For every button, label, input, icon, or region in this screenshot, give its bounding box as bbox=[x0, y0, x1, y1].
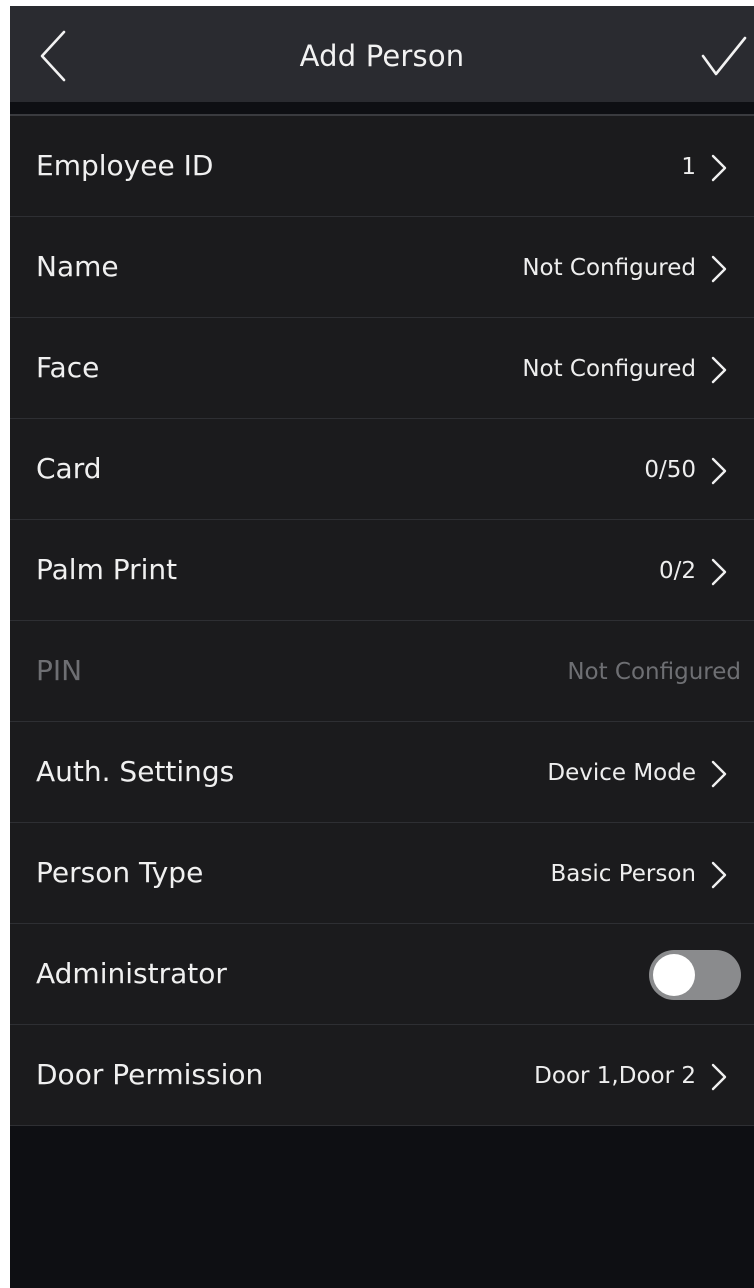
row-value: 0/2 bbox=[658, 558, 696, 584]
header-bar: Add Person bbox=[10, 6, 754, 102]
row-value: Not Configured bbox=[522, 255, 696, 281]
row-value: 0/50 bbox=[644, 457, 696, 483]
row-label: Card bbox=[36, 452, 102, 485]
administrator-toggle[interactable] bbox=[649, 950, 741, 1000]
confirm-button[interactable] bbox=[700, 34, 748, 80]
chevron-right-icon bbox=[711, 356, 727, 384]
row-door-permission[interactable]: Door Permission Door 1,Door 2 bbox=[10, 1025, 754, 1126]
row-palm-print[interactable]: Palm Print 0/2 bbox=[10, 520, 754, 621]
chevron-right-icon bbox=[711, 1063, 727, 1091]
row-value: Not Configured bbox=[567, 659, 741, 685]
checkmark-icon bbox=[701, 36, 747, 76]
row-value: Not Configured bbox=[522, 356, 696, 382]
toggle-knob bbox=[653, 954, 695, 996]
row-pin: PIN Not Configured bbox=[10, 621, 754, 722]
row-administrator: Administrator bbox=[10, 924, 754, 1025]
row-auth-settings[interactable]: Auth. Settings Device Mode bbox=[10, 722, 754, 823]
row-label: Administrator bbox=[36, 957, 227, 990]
row-face[interactable]: Face Not Configured bbox=[10, 318, 754, 419]
row-value: 1 bbox=[681, 154, 696, 180]
row-value: Device Mode bbox=[547, 760, 696, 786]
row-employee-id[interactable]: Employee ID 1 bbox=[10, 116, 754, 217]
row-name[interactable]: Name Not Configured bbox=[10, 217, 754, 318]
row-value: Door 1,Door 2 bbox=[534, 1063, 696, 1089]
chevron-right-icon bbox=[711, 760, 727, 788]
row-label: Name bbox=[36, 250, 119, 283]
row-card[interactable]: Card 0/50 bbox=[10, 419, 754, 520]
row-person-type[interactable]: Person Type Basic Person bbox=[10, 823, 754, 924]
chevron-right-icon bbox=[711, 861, 727, 889]
row-label: Palm Print bbox=[36, 553, 178, 586]
page-title: Add Person bbox=[299, 39, 465, 73]
chevron-right-icon bbox=[711, 558, 727, 586]
row-label: Auth. Settings bbox=[36, 755, 235, 788]
chevron-right-icon bbox=[711, 154, 727, 182]
row-label: Employee ID bbox=[36, 149, 214, 182]
row-value: Basic Person bbox=[550, 861, 697, 887]
row-label: PIN bbox=[36, 654, 83, 687]
row-label: Person Type bbox=[36, 856, 204, 889]
add-person-screen: Add Person Employee ID 1 Name Not Config… bbox=[10, 6, 754, 1288]
row-label: Door Permission bbox=[36, 1058, 264, 1091]
chevron-right-icon bbox=[711, 457, 727, 485]
row-label: Face bbox=[36, 351, 100, 384]
chevron-right-icon bbox=[711, 255, 727, 283]
person-settings-list: Employee ID 1 Name Not Configured Face N… bbox=[10, 114, 754, 1126]
